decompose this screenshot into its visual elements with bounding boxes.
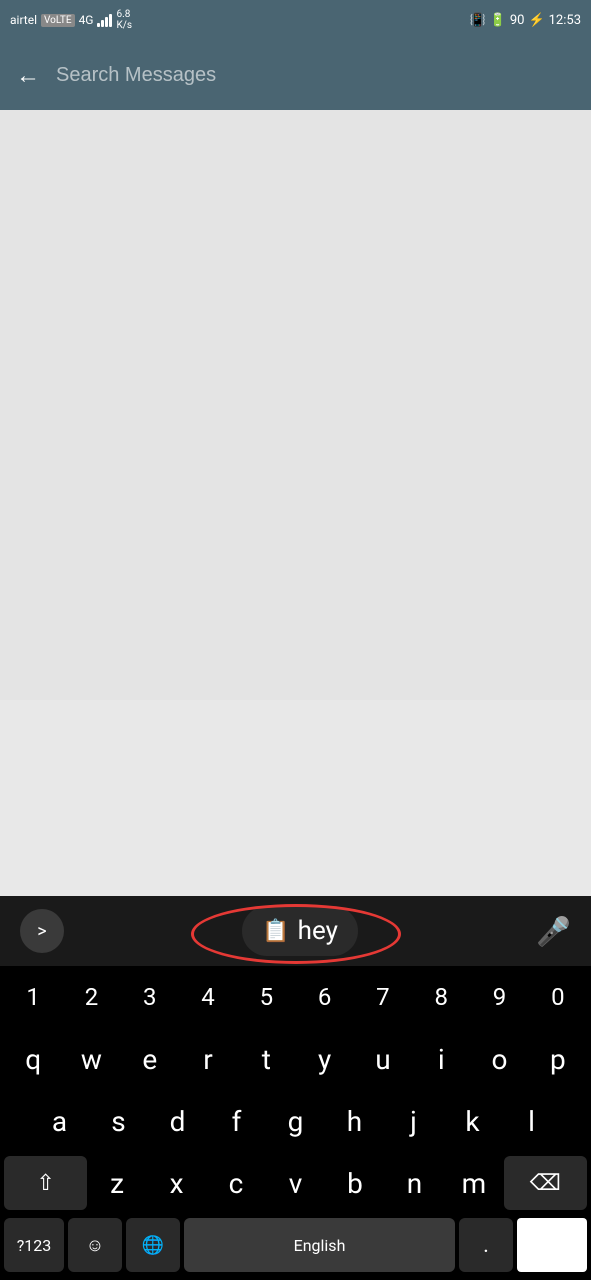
key-t[interactable]: t	[237, 1032, 295, 1086]
key-o[interactable]: o	[470, 1032, 528, 1086]
key-a[interactable]: a	[30, 1094, 89, 1148]
mic-button[interactable]: 🎤	[536, 915, 571, 948]
signal-icon	[97, 13, 112, 27]
search-container	[56, 64, 575, 87]
key-8[interactable]: 8	[412, 970, 470, 1024]
key-s[interactable]: s	[89, 1094, 148, 1148]
suggestion-text: hey	[298, 916, 338, 946]
key-m[interactable]: m	[444, 1156, 503, 1210]
key-6[interactable]: 6	[295, 970, 353, 1024]
status-bar: airtel VoLTE 4G 6.8K/s 📳 🔋 90 ⚡ 12:53	[0, 0, 591, 40]
carrier-label: airtel	[10, 13, 37, 27]
key-x[interactable]: x	[147, 1156, 206, 1210]
key-f[interactable]: f	[207, 1094, 266, 1148]
key-k[interactable]: k	[443, 1094, 502, 1148]
key-c[interactable]: c	[206, 1156, 265, 1210]
key-p[interactable]: p	[529, 1032, 587, 1086]
key-r[interactable]: r	[179, 1032, 237, 1086]
key-w[interactable]: w	[62, 1032, 120, 1086]
key-n[interactable]: n	[385, 1156, 444, 1210]
key-v[interactable]: v	[266, 1156, 325, 1210]
key-9[interactable]: 9	[470, 970, 528, 1024]
expand-button[interactable]: >	[20, 909, 64, 953]
status-right: 📳 🔋 90 ⚡ 12:53	[469, 13, 581, 28]
key-u[interactable]: u	[354, 1032, 412, 1086]
return-key[interactable]	[517, 1218, 587, 1272]
bottom-row: ?123 ☺ 🌐 English .	[0, 1214, 591, 1280]
battery-level: 90	[510, 13, 525, 28]
asdf-row: a s d f g h j k l	[0, 1090, 591, 1152]
key-1[interactable]: 1	[4, 970, 62, 1024]
header: ←	[0, 40, 591, 110]
key-z[interactable]: z	[87, 1156, 146, 1210]
number-row: 1 2 3 4 5 6 7 8 9 0	[0, 966, 591, 1028]
network-badge: VoLTE	[41, 14, 75, 27]
backspace-key[interactable]: ⌫	[504, 1156, 587, 1210]
key-h[interactable]: h	[325, 1094, 384, 1148]
key-4[interactable]: 4	[179, 970, 237, 1024]
emoji-key[interactable]: ☺	[68, 1218, 122, 1272]
zxcv-row: ⇧ z x c v b n m ⌫	[0, 1152, 591, 1214]
key-y[interactable]: y	[295, 1032, 353, 1086]
key-j[interactable]: j	[384, 1094, 443, 1148]
key-2[interactable]: 2	[62, 970, 120, 1024]
key-e[interactable]: e	[121, 1032, 179, 1086]
search-input[interactable]	[56, 64, 575, 87]
key-i[interactable]: i	[412, 1032, 470, 1086]
time-label: 12:53	[549, 13, 581, 28]
key-g[interactable]: g	[266, 1094, 325, 1148]
vibrate-icon: 📳	[469, 13, 485, 28]
network-type: 4G	[79, 13, 94, 27]
main-content	[0, 110, 591, 700]
clip-icon: 📋	[262, 919, 289, 944]
key-3[interactable]: 3	[121, 970, 179, 1024]
symbols-key[interactable]: ?123	[4, 1218, 64, 1272]
key-d[interactable]: d	[148, 1094, 207, 1148]
back-button[interactable]: ←	[16, 61, 40, 90]
key-0[interactable]: 0	[529, 970, 587, 1024]
globe-key[interactable]: 🌐	[126, 1218, 180, 1272]
status-left: airtel VoLTE 4G 6.8K/s	[10, 9, 132, 31]
key-q[interactable]: q	[4, 1032, 62, 1086]
key-l[interactable]: l	[502, 1094, 561, 1148]
space-key[interactable]: English	[184, 1218, 455, 1272]
keyboard-area: > 📋 hey 🎤 1 2 3 4 5 6 7 8 9 0 q w e r t …	[0, 896, 591, 1280]
key-7[interactable]: 7	[354, 970, 412, 1024]
shift-key[interactable]: ⇧	[4, 1156, 87, 1210]
expand-icon: >	[37, 921, 46, 942]
suggestion-pill[interactable]: 📋 hey	[242, 906, 358, 956]
suggestion-bar: > 📋 hey 🎤	[0, 896, 591, 966]
speed-label: 6.8K/s	[116, 9, 132, 31]
charging-icon: ⚡	[528, 13, 544, 28]
key-5[interactable]: 5	[237, 970, 295, 1024]
key-b[interactable]: b	[325, 1156, 384, 1210]
battery-icon: 🔋	[490, 13, 506, 28]
period-key[interactable]: .	[459, 1218, 513, 1272]
qwerty-row: q w e r t y u i o p	[0, 1028, 591, 1090]
